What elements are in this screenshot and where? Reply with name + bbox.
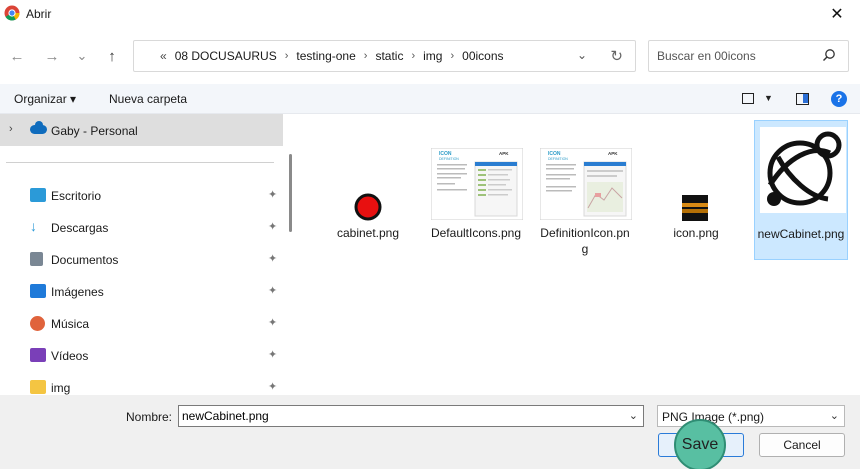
sidebar-scrollbar[interactable] [289,154,292,232]
sidebar-item-label: Descargas [51,221,109,235]
chevron-right-icon[interactable]: › [9,123,13,135]
file-name: newCabinet.png [757,227,845,241]
title-bar: Abrir ✕ [0,0,860,28]
sidebar-item-label: Imágenes [51,285,104,299]
divider [6,162,274,163]
pin-icon: ✦ [268,285,278,297]
new-cabinet-thumbnail [760,127,846,213]
sidebar-item-label: Escritorio [51,189,102,203]
file-name-label: Nombre: [126,410,173,424]
chevron-right-icon: › [284,50,289,62]
file-name: cabinet.png [336,226,400,240]
thumb-brand: APK [499,151,509,156]
sidebar-item-documents[interactable]: Documentos ✦ [0,244,283,274]
preview-pane-icon[interactable] [796,93,809,105]
file-name: DefaultIcons.png [430,226,522,240]
pictures-icon [30,284,46,298]
recent-locations-dropdown[interactable]: ⌄ [70,46,94,66]
new-folder-button[interactable]: Nueva carpeta [109,92,187,106]
view-mode-icon[interactable] [742,93,754,104]
definition-icon-thumbnail: ICON DEFINITION APK [540,148,632,220]
cancel-button[interactable]: Cancel [759,433,845,457]
sidebar-item-onedrive[interactable]: › Gaby - Personal [0,114,283,146]
pin-icon: ✦ [268,253,278,265]
navigation-bar: ← → ⌄ ↑ « 08 DOCUSAURUS › testing-one › … [0,28,860,84]
chevron-right-icon: › [450,50,455,62]
refresh-icon[interactable]: ↻ [610,47,623,65]
file-list: cabinet.png ICON DEFINITION APK DefaultI… [300,114,860,395]
sidebar-item-desktop[interactable]: Escritorio ✦ [0,180,283,210]
window-title: Abrir [26,7,52,21]
file-name: DefinitionIcon.png [540,226,630,256]
file-name-input[interactable] [182,409,612,423]
organize-menu[interactable]: Organizar ▾ [14,92,76,106]
music-icon [30,316,45,331]
file-item[interactable]: ICON DEFINITION APK DefaultIcons.png [429,120,523,260]
chrome-icon [4,5,20,21]
pin-icon: ✦ [268,349,278,361]
thumb-subheading: DEFINITION [439,157,459,161]
pin-icon: ✦ [268,317,278,329]
file-item[interactable]: ICON DEFINITION APK DefinitionIcon.png [538,120,632,260]
pin-icon: ✦ [268,221,278,233]
download-icon: ↓ [30,218,37,234]
close-button[interactable]: ✕ [814,0,860,28]
address-bar[interactable]: « 08 DOCUSAURUS › testing-one › static ›… [133,40,636,72]
command-bar: Organizar ▾ Nueva carpeta ▼ ? [0,84,860,114]
breadcrumb-item[interactable]: testing-one [296,49,355,63]
chevron-right-icon: › [411,50,416,62]
sidebar-item-music[interactable]: Música ✦ [0,308,283,338]
navigation-pane: › Gaby - Personal Escritorio ✦ ↓ Descarg… [0,114,283,395]
crumbs-overflow-icon[interactable]: « [160,49,167,63]
breadcrumb-item[interactable]: 08 DOCUSAURUS [175,49,277,63]
sidebar-item-label: Documentos [51,253,119,267]
sidebar-item-img[interactable]: img ✦ [0,372,283,395]
search-icon[interactable] [822,48,836,62]
chevron-down-icon[interactable]: ⌄ [577,48,587,62]
thumb-brand: APK [608,151,618,156]
file-item-selected[interactable]: newCabinet.png [754,120,848,260]
save-button[interactable]: Save [674,419,726,469]
sidebar-item-pictures[interactable]: Imágenes ✦ [0,276,283,306]
breadcrumb-item[interactable]: 00icons [462,49,503,63]
file-name-panel: Nombre: ⌄ PNG Image (*.png) ⌄ Cancel [0,395,860,469]
breadcrumb: « 08 DOCUSAURUS › testing-one › static ›… [160,49,504,63]
pin-icon: ✦ [268,381,278,393]
file-name: icon.png [673,226,719,240]
forward-button[interactable]: → [40,46,64,66]
sidebar-item-label: Vídeos [51,349,89,363]
sidebar-item-label: img [51,381,71,395]
search-box[interactable] [648,40,849,72]
chevron-down-icon[interactable]: ⌄ [629,409,638,422]
file-item[interactable]: cabinet.png [321,120,415,260]
cabinet-thumbnail [354,193,382,221]
pin-icon: ✦ [268,189,278,201]
default-icons-thumbnail: ICON DEFINITION APK [431,148,523,220]
file-name-combobox[interactable]: ⌄ [178,405,644,427]
view-dropdown-icon[interactable]: ▼ [764,93,773,103]
desktop-icon [30,188,46,202]
video-icon [30,348,46,362]
help-icon[interactable]: ? [831,91,847,107]
file-item[interactable]: icon.png [649,120,743,260]
sidebar-item-downloads[interactable]: ↓ Descargas ✦ [0,212,283,242]
breadcrumb-item[interactable]: img [423,49,442,63]
back-button[interactable]: ← [5,46,29,66]
chevron-down-icon[interactable]: ⌄ [830,409,839,422]
chevron-right-icon: › [363,50,368,62]
sidebar-item-label: Gaby - Personal [51,124,138,138]
sidebar-item-videos[interactable]: Vídeos ✦ [0,340,283,370]
cloud-icon [30,121,47,134]
document-icon [30,252,43,266]
folder-icon [30,380,46,394]
thumb-subheading: DEFINITION [548,157,568,161]
search-input[interactable] [657,49,817,63]
breadcrumb-item[interactable]: static [375,49,403,63]
icon-thumbnail [682,195,708,221]
sidebar-item-label: Música [51,317,90,331]
up-button[interactable]: ↑ [100,46,124,66]
